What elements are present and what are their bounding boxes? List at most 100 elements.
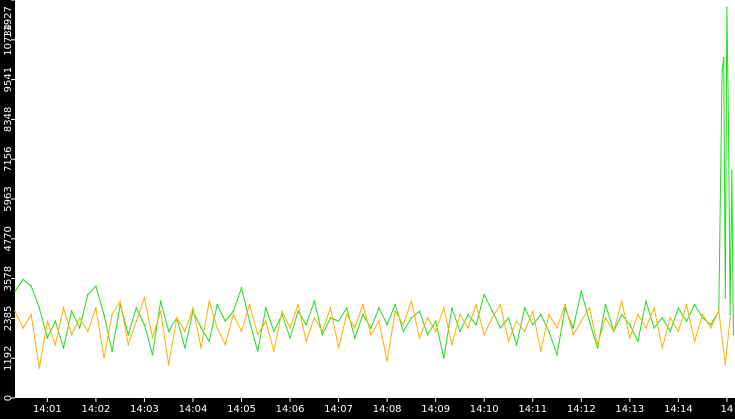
data-point bbox=[313, 317, 316, 319]
data-point bbox=[580, 290, 583, 293]
data-point bbox=[467, 327, 469, 329]
plot-area bbox=[15, 0, 735, 398]
data-point bbox=[22, 327, 24, 329]
data-point bbox=[596, 347, 599, 349]
data-point bbox=[732, 333, 735, 336]
data-point bbox=[103, 357, 105, 359]
data-point bbox=[289, 327, 291, 329]
data-point bbox=[111, 350, 113, 353]
data-point bbox=[200, 347, 202, 349]
data-point bbox=[240, 330, 243, 333]
data-point bbox=[78, 317, 81, 319]
x-tick-label: 14:03 bbox=[130, 404, 159, 415]
data-point bbox=[402, 330, 405, 333]
data-point bbox=[14, 310, 16, 313]
data-point bbox=[87, 293, 89, 296]
data-point bbox=[556, 327, 558, 329]
data-point bbox=[730, 170, 733, 172]
data-point bbox=[442, 307, 445, 309]
data-point bbox=[167, 363, 170, 366]
data-point bbox=[240, 287, 243, 289]
data-point bbox=[548, 313, 550, 316]
data-point bbox=[329, 317, 332, 319]
data-point bbox=[248, 303, 251, 306]
data-point bbox=[612, 330, 615, 333]
data-point bbox=[362, 313, 364, 316]
data-point bbox=[78, 327, 81, 329]
data-point bbox=[394, 303, 397, 306]
y-tick-label: 8348 bbox=[3, 107, 14, 132]
data-point bbox=[669, 330, 672, 333]
data-point bbox=[637, 313, 639, 316]
data-point bbox=[491, 310, 494, 313]
data-point bbox=[87, 330, 89, 333]
data-point bbox=[337, 320, 340, 323]
data-point bbox=[62, 307, 65, 309]
data-point bbox=[721, 70, 723, 72]
data-point bbox=[685, 320, 688, 323]
data-point bbox=[588, 307, 591, 309]
data-point bbox=[661, 347, 663, 349]
data-point bbox=[459, 313, 461, 316]
data-point bbox=[451, 307, 453, 309]
data-point bbox=[46, 337, 49, 339]
data-point bbox=[386, 360, 388, 363]
data-point bbox=[677, 330, 680, 333]
data-point bbox=[151, 337, 154, 339]
x-tick-label: 14:05 bbox=[227, 404, 256, 415]
x-tick-label: 14:13 bbox=[615, 404, 644, 415]
data-point bbox=[386, 323, 388, 326]
data-point bbox=[151, 353, 154, 356]
y-tick-label: 7156 bbox=[3, 146, 14, 171]
data-point bbox=[208, 300, 210, 303]
data-point bbox=[729, 317, 731, 319]
data-point bbox=[410, 300, 413, 303]
y-tick-label: 4770 bbox=[3, 226, 14, 251]
data-point bbox=[556, 353, 558, 356]
data-point bbox=[523, 330, 526, 333]
y-tick-label: 5963 bbox=[3, 186, 14, 211]
data-point bbox=[103, 313, 105, 316]
data-point bbox=[596, 343, 599, 346]
data-point bbox=[548, 330, 550, 333]
data-point bbox=[192, 307, 194, 309]
data-point bbox=[726, 6, 728, 9]
x-tick-label: 14:01 bbox=[33, 404, 62, 415]
data-point bbox=[14, 290, 16, 293]
data-point bbox=[531, 310, 534, 313]
data-point bbox=[70, 333, 73, 336]
data-point bbox=[507, 340, 510, 343]
data-point bbox=[540, 313, 542, 316]
data-point bbox=[345, 313, 348, 316]
data-point bbox=[200, 327, 202, 329]
x-tick-label: 14:09 bbox=[421, 404, 450, 415]
data-point bbox=[580, 320, 583, 323]
data-point bbox=[685, 303, 688, 306]
data-point bbox=[588, 320, 591, 323]
data-point bbox=[426, 317, 429, 319]
data-point bbox=[378, 320, 380, 323]
data-point bbox=[143, 297, 146, 299]
data-point bbox=[281, 310, 283, 313]
data-point bbox=[30, 313, 32, 316]
data-point bbox=[645, 327, 647, 329]
data-point bbox=[693, 340, 696, 343]
data-point bbox=[507, 317, 510, 319]
data-point bbox=[321, 333, 324, 336]
data-point bbox=[232, 313, 235, 316]
data-point bbox=[604, 317, 607, 319]
data-point bbox=[475, 303, 477, 306]
data-point bbox=[305, 340, 308, 343]
y-tick-label: 11927 bbox=[3, 6, 14, 38]
data-point bbox=[434, 330, 437, 333]
data-point bbox=[418, 310, 421, 313]
data-point bbox=[167, 330, 170, 333]
data-point bbox=[362, 303, 364, 306]
data-point bbox=[248, 320, 251, 323]
data-point bbox=[483, 333, 486, 336]
data-point bbox=[232, 310, 235, 313]
line-chart: 0119223853578477059637156834895411073411… bbox=[3, 0, 735, 415]
y-axis: 0119223853578477059637156834895411073411… bbox=[3, 0, 15, 401]
data-point bbox=[669, 317, 672, 319]
data-point bbox=[289, 337, 291, 339]
